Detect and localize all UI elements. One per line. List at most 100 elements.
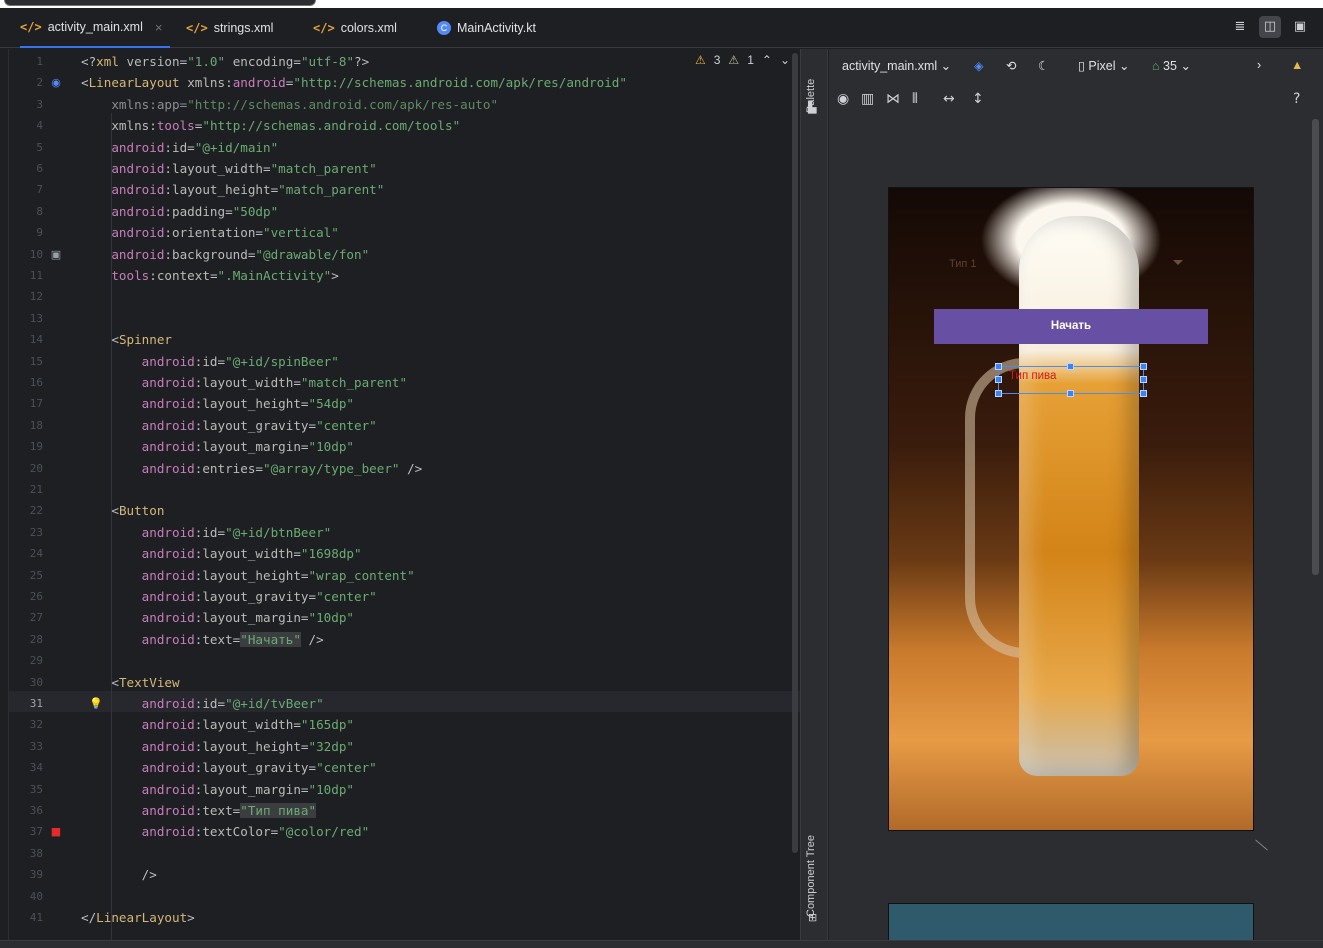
- guideline-icon[interactable]: ⫴: [912, 91, 918, 107]
- chevron-up-icon[interactable]: ⌃: [762, 53, 772, 67]
- api-selector[interactable]: ⌂ 35 ⌄: [1152, 58, 1191, 73]
- line-number: 5: [36, 140, 43, 154]
- code-line: tools:context=".MainActivity">: [111, 268, 339, 283]
- code-line: android:layout_height="54dp": [141, 396, 354, 412]
- selection-handle[interactable]: [1067, 363, 1074, 370]
- selection-handle[interactable]: [1067, 390, 1074, 397]
- design-scrollbar[interactable]: [1312, 119, 1319, 575]
- warning-count: 3: [713, 53, 721, 67]
- close-icon[interactable]: ×: [155, 20, 163, 35]
- split-view-icon[interactable]: ◫: [1259, 16, 1281, 38]
- line-number: 36: [29, 804, 43, 817]
- phone-icon: ▯: [1078, 59, 1085, 73]
- code-line: android:layout_margin="10dp": [141, 781, 354, 797]
- night-mode-icon[interactable]: ☾: [1038, 58, 1049, 73]
- xml-file-icon: </>: [20, 20, 42, 34]
- line-number: 6: [36, 162, 43, 175]
- preview-button[interactable]: Начать: [934, 309, 1208, 344]
- palette-icon[interactable]: ▙: [808, 101, 816, 114]
- code-line: <?xml version="1.0" encoding="utf-8"?>: [81, 54, 370, 69]
- scroll-thumb[interactable]: [792, 53, 798, 853]
- eye-icon[interactable]: ◉: [837, 91, 849, 107]
- code-line: />: [141, 867, 157, 883]
- layers-icon[interactable]: ◈: [974, 58, 984, 73]
- file-selector-label: activity_main.xml: [842, 59, 938, 73]
- code-line: android:layout_width="1698dp": [141, 546, 362, 562]
- selection-handle[interactable]: [1140, 390, 1147, 397]
- code-line: android:text="Начать" />: [141, 631, 324, 647]
- line-number: 2: [36, 76, 43, 90]
- selection-handle[interactable]: [1140, 363, 1147, 370]
- tab-strings[interactable]: </> strings.xml: [186, 8, 273, 48]
- selection-handle[interactable]: [995, 376, 1002, 383]
- expand-horizontal-icon[interactable]: ↔: [943, 91, 955, 107]
- code-line: </LinearLayout>: [81, 910, 195, 925]
- orientation-icon[interactable]: ⟲: [1006, 58, 1016, 73]
- code-line: android:layout_width="match_parent": [141, 375, 408, 390]
- selection-handle[interactable]: [995, 390, 1002, 397]
- line-number: 4: [36, 119, 43, 133]
- inspection-widget[interactable]: ⚠ 3 ⚠ 1 ⌃ ⌄: [695, 53, 790, 67]
- code-line: android:padding="50dp": [111, 203, 279, 219]
- warning-icon[interactable]: ▲: [1291, 58, 1303, 72]
- constraints-icon[interactable]: ⋈: [886, 91, 900, 107]
- line-number: 27: [29, 611, 43, 625]
- device-label: Pixel: [1088, 59, 1116, 73]
- tab-colors[interactable]: </> colors.xml: [313, 8, 397, 48]
- line-number: 26: [29, 590, 43, 603]
- activity-icon[interactable]: ◉: [49, 76, 63, 90]
- line-number: 35: [29, 782, 43, 796]
- component-tree-label[interactable]: Component Tree: [805, 835, 817, 917]
- design-toolbar-secondary: ◉ ▥ ⋈ ⫴ ↔ ↕ ?: [829, 85, 1323, 117]
- color-swatch-icon[interactable]: ■: [49, 825, 63, 839]
- line-number: 34: [29, 761, 43, 775]
- editor-scrollbar[interactable]: [790, 49, 800, 940]
- design-view-icon[interactable]: ▣: [1289, 16, 1311, 38]
- code-line: android:layout_height="wrap_content": [141, 567, 415, 583]
- resize-handle-icon[interactable]: ⟋: [1251, 839, 1271, 850]
- expand-vertical-icon[interactable]: ↕: [972, 91, 984, 107]
- line-number: 41: [29, 911, 43, 924]
- selection-handle[interactable]: [995, 363, 1002, 370]
- preview-spinner[interactable]: Тип 1: [949, 258, 977, 270]
- top-strip: [0, 0, 1323, 8]
- line-number: 10: [29, 247, 43, 261]
- code-line: android:layout_margin="10dp": [141, 610, 354, 626]
- code-line: xmlns:app="http://schemas.android.com/ap…: [111, 96, 499, 112]
- code-line: android:layout_gravity="center": [141, 589, 377, 604]
- warning-icon: ⚠: [694, 53, 706, 67]
- code-editor[interactable]: 1 2 3 4 5 6 7 8 9 10 11 12 13 14 15 16 17 18 19 20 21 22 23 24 2…: [8, 49, 801, 948]
- component-tree-icon[interactable]: ⊞: [808, 911, 817, 924]
- line-number: 16: [29, 376, 43, 389]
- line-number: 23: [29, 525, 43, 539]
- code-line: <LinearLayout xmlns:android="http://sche…: [81, 75, 627, 91]
- beer-glass: [1019, 216, 1139, 776]
- chevron-down-icon[interactable]: ⌄: [780, 53, 790, 67]
- line-number: 17: [29, 397, 43, 411]
- tab-activity-main[interactable]: </> activity_main.xml ×: [20, 8, 171, 48]
- chevron-down-icon: ⌄: [940, 59, 952, 73]
- device-preview[interactable]: Тип 1 Начать Тип пива: [888, 187, 1254, 831]
- side-tool-strip: Palette ▙ Component Tree ⊞: [800, 49, 828, 940]
- code-line: android:background="@drawable/fon": [111, 246, 370, 262]
- code-line: android:entries="@array/type_beer" />: [141, 460, 423, 476]
- tab-main-activity[interactable]: C MainActivity.kt: [437, 8, 536, 48]
- device-selector[interactable]: ▯ Pixel ⌄: [1078, 58, 1129, 73]
- code-line: android:layout_width="match_parent": [111, 161, 377, 176]
- line-number: 15: [29, 354, 43, 368]
- window-fragment: [4, 0, 316, 6]
- code-view-icon[interactable]: ≣: [1229, 16, 1251, 38]
- tab-label: colors.xml: [340, 21, 397, 35]
- help-icon[interactable]: ?: [1293, 91, 1300, 107]
- blueprint-icon[interactable]: ▥: [861, 91, 874, 107]
- image-preview-icon[interactable]: ▣: [49, 248, 63, 262]
- line-number: 25: [29, 568, 43, 582]
- file-selector[interactable]: activity_main.xml ⌄: [842, 58, 951, 73]
- code-line: android:text="Тип пива": [141, 803, 317, 818]
- more-icon[interactable]: ›: [1257, 58, 1261, 72]
- line-number: 33: [29, 739, 43, 753]
- code-line: android:layout_gravity="center": [141, 760, 377, 776]
- line-number: 3: [36, 97, 43, 111]
- line-number: 8: [36, 204, 43, 218]
- selection-handle[interactable]: [1140, 376, 1147, 383]
